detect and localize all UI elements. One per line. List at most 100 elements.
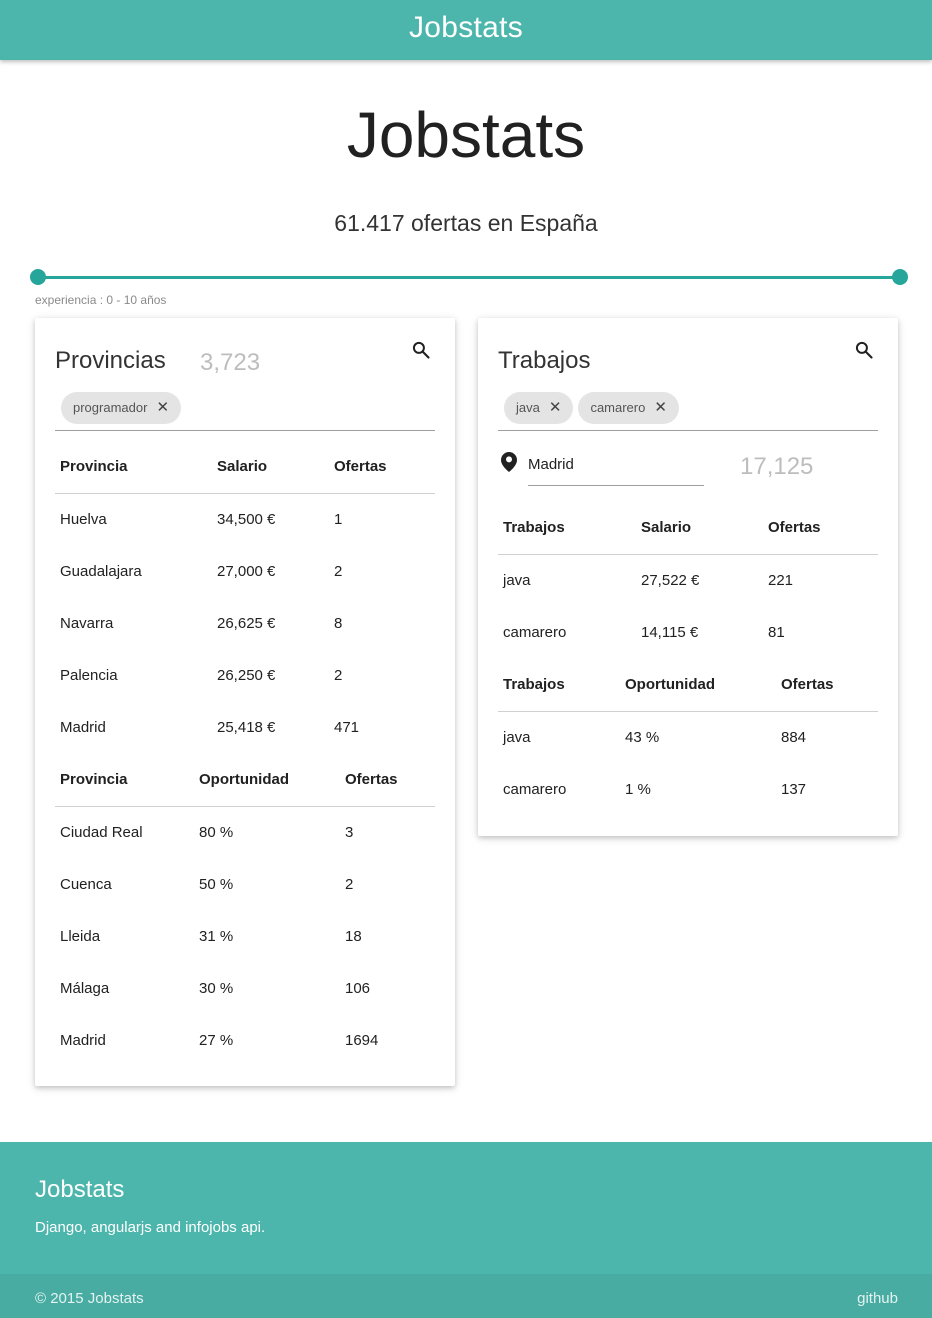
column-header: Ofertas — [776, 659, 878, 712]
table-cell: 106 — [345, 979, 371, 997]
table-row: camarero 1 % 137 — [498, 763, 878, 815]
column-header: Trabajos — [498, 659, 620, 712]
table-row: Palencia 26,250 € 2 — [55, 649, 435, 701]
offers-count-subtitle: 61.417 ofertas en España — [334, 210, 598, 236]
table-cell: Málaga — [60, 979, 110, 997]
chip-camarero: camarero ✕ — [578, 392, 679, 424]
table-cell: java — [503, 728, 531, 746]
table-cell: Cuenca — [60, 875, 112, 893]
table-cell: Navarra — [60, 614, 114, 632]
provincias-card: Provincias 3,723 programador ✕ Provincia … — [35, 318, 455, 1086]
table-cell: 2 — [334, 562, 343, 580]
table-cell: 34,500 € — [217, 510, 276, 528]
table-row: Huelva 34,500 € 1 — [55, 493, 435, 545]
table-cell: 14,115 € — [641, 623, 699, 641]
table-cell: 80 % — [199, 823, 234, 841]
table-row: Málaga 30 % 106 — [55, 962, 435, 1014]
experience-range-slider[interactable] — [30, 269, 908, 285]
top-navbar: Jobstats — [0, 0, 932, 60]
location-input[interactable]: Madrid — [528, 448, 704, 486]
footer-description: Django, angularjs and infojobs api. — [35, 1219, 266, 1236]
table-cell: Lleida — [60, 927, 101, 945]
table-cell: Guadalajara — [60, 562, 142, 580]
table-cell: Palencia — [60, 666, 118, 684]
trabajos-salary-table: Trabajos Salario Ofertas java 27,522 € 221… — [498, 502, 878, 658]
column-header: Ofertas — [329, 441, 435, 494]
location-pin-icon — [501, 452, 517, 472]
table-cell: 31 % — [199, 927, 234, 945]
provincias-opportunity-table: Provincia Oportunidad Ofertas Ciudad Rea… — [55, 754, 435, 1066]
table-cell: 1694 — [345, 1031, 379, 1049]
trabajos-opportunity-table: Trabajos Oportunidad Ofertas java 43 % 884… — [498, 659, 878, 815]
table-row: Ciudad Real 80 % 3 — [55, 806, 435, 858]
table-cell: 1 % — [625, 780, 651, 798]
column-header: Salario — [636, 502, 763, 555]
search-icon[interactable] — [854, 340, 874, 360]
table-cell: Huelva — [60, 510, 107, 528]
table-cell: java — [503, 571, 531, 589]
table-cell: Madrid — [60, 1031, 106, 1049]
trabajos-card: Trabajos java ✕ camarero ✕ Madrid 17,125 Tr… — [478, 318, 898, 836]
table-row: Guadalajara 27,000 € 2 — [55, 545, 435, 597]
table-row: camarero 14,115 € 81 — [498, 606, 878, 658]
table-cell: 30 % — [199, 979, 234, 997]
provincias-chip-input[interactable]: programador ✕ — [55, 392, 435, 431]
table-cell: 26,625 € — [217, 614, 276, 632]
table-cell: 471 — [334, 718, 360, 736]
table-cell: 8 — [334, 614, 343, 632]
table-cell: 50 % — [199, 875, 234, 893]
table-cell: 43 % — [625, 728, 660, 746]
chip-label: camarero — [590, 400, 646, 415]
experience-label: experiencia : 0 - 10 años — [35, 293, 167, 307]
provincias-salary-table: Provincia Salario Ofertas Huelva 34,500 €… — [55, 441, 435, 753]
slider-max-handle[interactable] — [892, 269, 908, 285]
column-header: Provincia — [55, 441, 212, 494]
table-cell: Ciudad Real — [60, 823, 143, 841]
page-title: Jobstats — [346, 99, 586, 171]
page-footer: Jobstats Django, angularjs and infojobs … — [0, 1142, 932, 1318]
table-row: Lleida 31 % 18 — [55, 910, 435, 962]
slider-min-handle[interactable] — [30, 269, 46, 285]
column-header: Provincia — [55, 754, 194, 807]
table-cell: 137 — [781, 780, 807, 798]
provincias-card-title: Provincias — [55, 347, 166, 374]
column-header: Oportunidad — [620, 659, 776, 712]
footer-bottom-bar: © 2015 Jobstats github — [0, 1274, 932, 1318]
close-icon[interactable]: ✕ — [156, 392, 169, 424]
chip-java: java ✕ — [504, 392, 574, 424]
table-row: Navarra 26,625 € 8 — [55, 597, 435, 649]
table-row: java 27,522 € 221 — [498, 554, 878, 606]
footer-copyright: © 2015 Jobstats — [35, 1290, 144, 1307]
table-header-row: Provincia Oportunidad Ofertas — [55, 754, 435, 807]
table-row: java 43 % 884 — [498, 711, 878, 763]
column-header: Ofertas — [340, 754, 435, 807]
trabajos-card-title: Trabajos — [498, 347, 591, 374]
table-cell: 884 — [781, 728, 807, 746]
navbar-brand[interactable]: Jobstats — [409, 11, 523, 44]
table-cell: 2 — [334, 666, 343, 684]
table-cell: 27,000 € — [217, 562, 276, 580]
table-cell: 3 — [345, 823, 354, 841]
table-cell: 25,418 € — [217, 718, 276, 736]
table-cell: 221 — [768, 571, 794, 589]
table-cell: camarero — [503, 623, 567, 641]
table-row: Cuenca 50 % 2 — [55, 858, 435, 910]
table-header-row: Trabajos Oportunidad Ofertas — [498, 659, 878, 712]
close-icon[interactable]: ✕ — [549, 392, 562, 424]
chip-label: programador — [73, 400, 148, 415]
table-row: Madrid 25,418 € 471 — [55, 701, 435, 753]
trabajos-count: 17,125 — [740, 453, 814, 480]
table-row: Madrid 27 % 1694 — [55, 1014, 435, 1066]
table-cell: 2 — [345, 875, 354, 893]
table-cell: 18 — [345, 927, 362, 945]
github-link[interactable]: github — [857, 1290, 898, 1307]
table-cell: camarero — [503, 780, 567, 798]
column-header: Ofertas — [763, 502, 878, 555]
table-cell: Madrid — [60, 718, 106, 736]
trabajos-chip-input[interactable]: java ✕ camarero ✕ — [498, 392, 878, 431]
close-icon[interactable]: ✕ — [654, 392, 667, 424]
table-cell: 81 — [768, 623, 785, 641]
provincias-count: 3,723 — [200, 349, 261, 376]
table-cell: 27,522 € — [641, 571, 700, 589]
search-icon[interactable] — [411, 340, 431, 360]
